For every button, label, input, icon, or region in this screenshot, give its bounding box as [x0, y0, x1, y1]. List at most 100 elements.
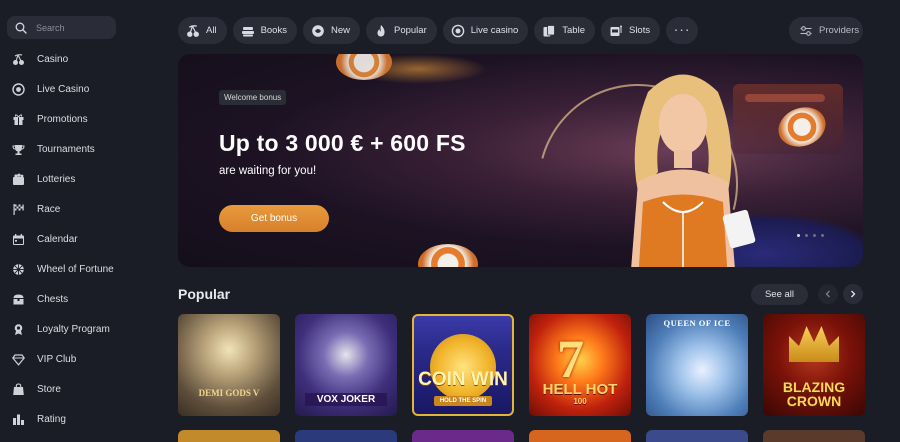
get-bonus-label: Get bonus: [250, 213, 298, 224]
sidebar-item-race[interactable]: Race: [0, 194, 130, 224]
game-title: BLAZING CROWN: [782, 379, 846, 409]
filter-all[interactable]: All: [178, 17, 227, 44]
game-card-peek[interactable]: [646, 430, 748, 442]
sidebar-item-lotteries[interactable]: Lotteries: [0, 164, 130, 194]
sidebar-item-label: Chests: [37, 293, 69, 305]
game-title: QUEEN OF ICE: [663, 318, 731, 328]
search-input[interactable]: [36, 22, 106, 33]
flag-icon: [12, 203, 25, 216]
search-box[interactable]: [7, 16, 116, 39]
sidebar-item-wheel-of-fortune[interactable]: Wheel of Fortune: [0, 254, 130, 284]
game-card-hell-hot[interactable]: 7 HELL HOT 100: [529, 314, 631, 416]
carousel-pagination: [797, 234, 824, 237]
casino-app: Casino Live Casino Promotions Tournament…: [0, 0, 900, 442]
slots-icon: [609, 24, 623, 38]
game-card-coin-win[interactable]: COIN WIN HOLD THE SPIN: [412, 314, 514, 416]
welcome-bonus-banner[interactable]: Welcome bonus Up to 3 000 € + 600 FS are…: [178, 54, 863, 267]
sidebar-item-label: VIP Club: [37, 353, 77, 365]
game-tagline: HOLD THE SPIN: [434, 396, 492, 406]
sliders-icon: [799, 24, 813, 38]
filter-slots[interactable]: Slots: [600, 17, 661, 44]
filter-popular[interactable]: Popular: [365, 17, 437, 44]
game-card-blazing-crown[interactable]: BLAZING CROWN: [763, 314, 865, 416]
carousel-dot[interactable]: [797, 234, 800, 237]
sidebar-item-vip-club[interactable]: VIP Club: [0, 344, 130, 374]
carousel-prev-button[interactable]: [818, 284, 838, 304]
sidebar-item-label: Lotteries: [37, 173, 76, 185]
badge-label: Welcome bonus: [224, 93, 282, 102]
banner-subtitle: are waiting for you!: [219, 165, 317, 177]
more-filters-button[interactable]: ···: [666, 17, 699, 44]
chevron-right-icon: [849, 285, 857, 303]
second-games-row-peek: [178, 430, 865, 442]
sidebar-item-label: Rating: [37, 413, 66, 425]
sidebar-item-label: Race: [37, 203, 61, 215]
filter-books[interactable]: Books: [232, 17, 297, 44]
game-card-peek[interactable]: [412, 430, 514, 442]
sidebar-item-chests[interactable]: Chests: [0, 284, 130, 314]
providers-label: Providers: [819, 25, 860, 36]
chip-icon: [12, 82, 25, 96]
carousel-dot[interactable]: [805, 234, 808, 237]
carousel-dot[interactable]: [813, 234, 816, 237]
new-icon: [311, 24, 325, 38]
trophy-icon: [12, 143, 25, 156]
get-bonus-button[interactable]: Get bonus: [219, 205, 329, 232]
banner-headline: Up to 3 000 € + 600 FS: [219, 130, 466, 156]
sidebar-item-rating[interactable]: Rating: [0, 404, 130, 434]
hostess-illustration: [631, 74, 756, 267]
providers-button[interactable]: Providers: [789, 17, 863, 44]
cherries-icon: [186, 24, 200, 38]
see-all-button[interactable]: See all: [751, 284, 808, 305]
bar-chart-icon: [12, 413, 25, 426]
popular-games-row: DEMI GODS V VOX JOKER COIN WIN HOLD THE …: [178, 314, 865, 416]
crown-artwork: [789, 326, 839, 362]
game-card-vox-joker[interactable]: VOX JOKER: [295, 314, 397, 416]
sidebar: Casino Live Casino Promotions Tournament…: [0, 0, 130, 442]
filter-label: Popular: [393, 25, 427, 36]
sidebar-item-casino[interactable]: Casino: [0, 44, 130, 74]
wheel-icon: [12, 263, 25, 276]
sidebar-item-calendar[interactable]: Calendar: [0, 224, 130, 254]
chest-icon: [12, 293, 25, 306]
carousel-dot[interactable]: [821, 234, 824, 237]
game-card-demi-gods[interactable]: DEMI GODS V: [178, 314, 280, 416]
sidebar-item-store[interactable]: Store: [0, 374, 130, 404]
books-icon: [241, 24, 255, 38]
game-card-queen-of-ice[interactable]: QUEEN OF ICE: [646, 314, 748, 416]
sidebar-item-label: Tournaments: [37, 143, 95, 155]
game-title: COIN WIN: [418, 369, 508, 390]
sidebar-item-label: Loyalty Program: [37, 323, 110, 335]
popular-section-title: Popular: [178, 286, 231, 302]
sidebar-item-label: Calendar: [37, 233, 78, 245]
sidebar-item-promotions[interactable]: Promotions: [0, 104, 130, 134]
game-card-peek[interactable]: [178, 430, 280, 442]
fire-icon: [374, 24, 388, 38]
filter-label: Table: [562, 25, 585, 36]
more-icon: ···: [673, 20, 691, 37]
sidebar-item-loyalty-program[interactable]: Loyalty Program: [0, 314, 130, 344]
sidebar-item-label: Wheel of Fortune: [37, 263, 114, 275]
game-card-peek[interactable]: [763, 430, 865, 442]
sidebar-item-label: Casino: [37, 53, 69, 65]
game-card-peek[interactable]: [295, 430, 397, 442]
game-title: VOX JOKER: [305, 393, 387, 406]
filter-new[interactable]: New: [302, 17, 360, 44]
filter-label: All: [206, 25, 217, 36]
category-filters: All Books New Popular Live casino Table …: [178, 17, 699, 44]
medal-icon: [12, 323, 25, 336]
filter-table[interactable]: Table: [534, 17, 595, 44]
sidebar-nav: Casino Live Casino Promotions Tournament…: [0, 44, 130, 434]
sidebar-item-tournaments[interactable]: Tournaments: [0, 134, 130, 164]
game-card-peek[interactable]: [529, 430, 631, 442]
sidebar-item-label: Live Casino: [37, 83, 90, 95]
filter-live-casino[interactable]: Live casino: [442, 17, 529, 44]
filter-label: Live casino: [470, 25, 519, 36]
cards-icon: [542, 24, 556, 38]
casino-chip-decoration: [418, 244, 478, 267]
diamond-icon: [12, 353, 25, 366]
sidebar-item-live-casino[interactable]: Live Casino: [0, 74, 130, 104]
cherries-icon: [12, 53, 25, 66]
carousel-next-button[interactable]: [843, 284, 863, 304]
calendar-icon: [12, 233, 25, 246]
